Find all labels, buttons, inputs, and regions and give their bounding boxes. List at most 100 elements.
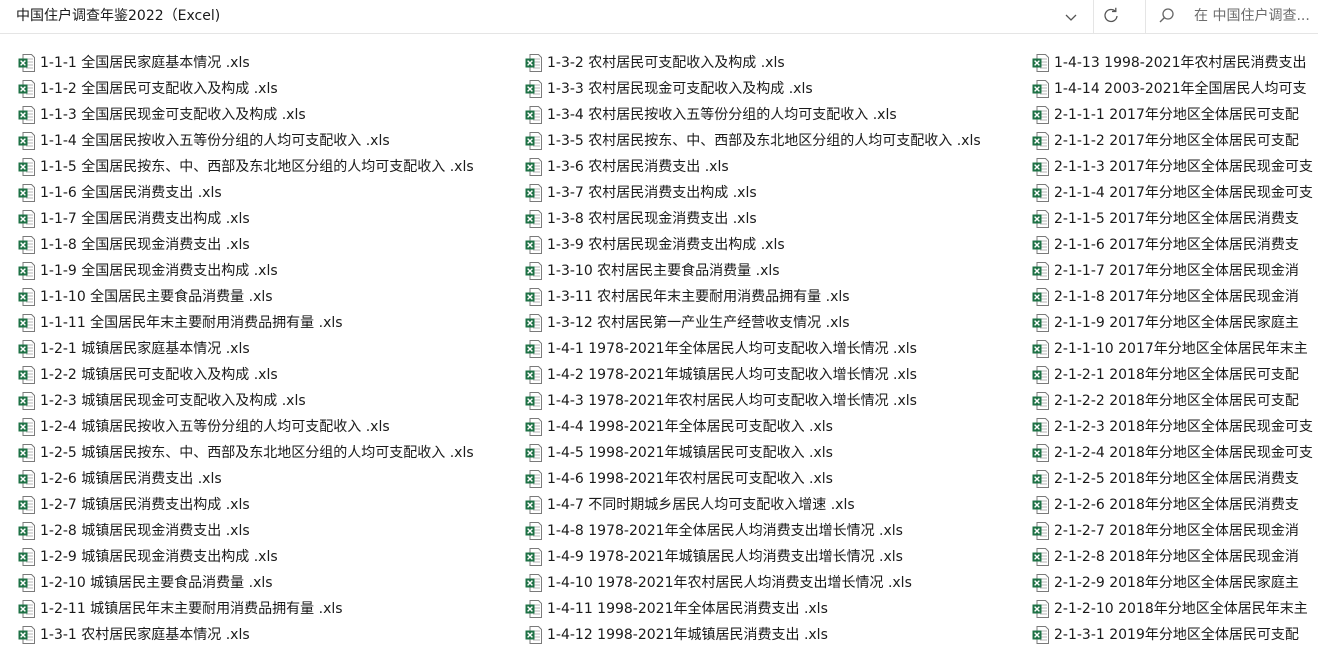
file-item[interactable]: 1-1-5 全国居民按东、中、西部及东北地区分组的人均可支配收入 .xls [18, 154, 474, 180]
file-item[interactable]: 2-1-1-3 2017年分地区全体居民现金可支 [1032, 154, 1313, 180]
file-item[interactable]: 1-3-5 农村居民按东、中、西部及东北地区分组的人均可支配收入 .xls [525, 128, 981, 154]
file-item[interactable]: 1-3-2 农村居民可支配收入及构成 .xls [525, 50, 981, 76]
file-item[interactable]: 1-4-14 2003-2021年全国居民人均可支 [1032, 76, 1313, 102]
file-item[interactable]: 2-1-1-10 2017年分地区全体居民年末主 [1032, 336, 1313, 362]
file-item[interactable]: 1-3-12 农村居民第一产业生产经营收支情况 .xls [525, 310, 981, 336]
file-item[interactable]: 1-1-1 全国居民家庭基本情况 .xls [18, 50, 474, 76]
excel-file-icon [525, 548, 542, 566]
file-item[interactable]: 2-1-2-5 2018年分地区全体居民消费支 [1032, 466, 1313, 492]
file-item[interactable]: 1-3-1 农村居民家庭基本情况 .xls [18, 622, 474, 648]
file-item[interactable]: 2-1-2-10 2018年分地区全体居民年末主 [1032, 596, 1313, 622]
file-item[interactable]: 2-1-2-1 2018年分地区全体居民可支配 [1032, 362, 1313, 388]
file-item[interactable]: 2-1-1-5 2017年分地区全体居民消费支 [1032, 206, 1313, 232]
file-item[interactable]: 2-1-2-6 2018年分地区全体居民消费支 [1032, 492, 1313, 518]
file-name: 1-4-10 1978-2021年农村居民人均消费支出增长情况 .xls [547, 575, 912, 591]
file-item[interactable]: 1-3-11 农村居民年末主要耐用消费品拥有量 .xls [525, 284, 981, 310]
file-item[interactable]: 2-1-1-8 2017年分地区全体居民现金消 [1032, 284, 1313, 310]
file-item[interactable]: 1-3-10 农村居民主要食品消费量 .xls [525, 258, 981, 284]
file-name: 1-1-3 全国居民现金可支配收入及构成 .xls [40, 107, 306, 123]
file-item[interactable]: 1-1-10 全国居民主要食品消费量 .xls [18, 284, 474, 310]
file-item[interactable]: 1-3-9 农村居民现金消费支出构成 .xls [525, 232, 981, 258]
file-item[interactable]: 1-4-5 1998-2021年城镇居民可支配收入 .xls [525, 440, 981, 466]
excel-file-icon [525, 392, 542, 410]
file-item[interactable]: 1-2-11 城镇居民年末主要耐用消费品拥有量 .xls [18, 596, 474, 622]
file-name: 1-4-14 2003-2021年全国居民人均可支 [1054, 81, 1307, 97]
file-item[interactable]: 2-1-1-4 2017年分地区全体居民现金可支 [1032, 180, 1313, 206]
excel-file-icon [525, 80, 542, 98]
file-item[interactable]: 2-1-2-4 2018年分地区全体居民现金可支 [1032, 440, 1313, 466]
excel-file-icon [1032, 392, 1049, 410]
file-item[interactable]: 1-4-13 1998-2021年农村居民消费支出 [1032, 50, 1313, 76]
file-name: 1-4-2 1978-2021年城镇居民人均可支配收入增长情况 .xls [547, 367, 917, 383]
file-name: 1-1-1 全国居民家庭基本情况 .xls [40, 55, 250, 71]
file-item[interactable]: 2-1-2-8 2018年分地区全体居民现金消 [1032, 544, 1313, 570]
file-column-3: 1-4-13 1998-2021年农村居民消费支出 1-4-14 2003-20… [1032, 50, 1313, 648]
file-item[interactable]: 1-1-6 全国居民消费支出 .xls [18, 180, 474, 206]
excel-file-icon [1032, 574, 1049, 592]
file-name: 1-4-11 1998-2021年全体居民消费支出 .xls [547, 601, 828, 617]
excel-file-icon [525, 626, 542, 644]
excel-file-icon [1032, 626, 1049, 644]
file-item[interactable]: 1-2-1 城镇居民家庭基本情况 .xls [18, 336, 474, 362]
file-item[interactable]: 2-1-3-1 2019年分地区全体居民可支配 [1032, 622, 1313, 648]
file-item[interactable]: 1-1-2 全国居民可支配收入及构成 .xls [18, 76, 474, 102]
file-name: 1-4-7 不同时期城乡居民人均可支配收入增速 .xls [547, 497, 855, 513]
file-item[interactable]: 1-4-6 1998-2021年农村居民可支配收入 .xls [525, 466, 981, 492]
file-item[interactable]: 1-2-8 城镇居民现金消费支出 .xls [18, 518, 474, 544]
file-item[interactable]: 1-4-9 1978-2021年城镇居民人均消费支出增长情况 .xls [525, 544, 981, 570]
file-item[interactable]: 1-1-4 全国居民按收入五等份分组的人均可支配收入 .xls [18, 128, 474, 154]
file-name: 1-4-5 1998-2021年城镇居民可支配收入 .xls [547, 445, 833, 461]
file-item[interactable]: 1-2-9 城镇居民现金消费支出构成 .xls [18, 544, 474, 570]
file-item[interactable]: 1-3-3 农村居民现金可支配收入及构成 .xls [525, 76, 981, 102]
file-item[interactable]: 1-4-11 1998-2021年全体居民消费支出 .xls [525, 596, 981, 622]
file-item[interactable]: 1-4-7 不同时期城乡居民人均可支配收入增速 .xls [525, 492, 981, 518]
excel-file-icon [1032, 600, 1049, 618]
file-item[interactable]: 1-4-1 1978-2021年全体居民人均可支配收入增长情况 .xls [525, 336, 981, 362]
file-item[interactable]: 1-2-2 城镇居民可支配收入及构成 .xls [18, 362, 474, 388]
file-item[interactable]: 2-1-1-2 2017年分地区全体居民可支配 [1032, 128, 1313, 154]
search-box[interactable]: 在 中国住户调查... [1145, 0, 1318, 33]
file-item[interactable]: 1-1-7 全国居民消费支出构成 .xls [18, 206, 474, 232]
file-item[interactable]: 1-3-4 农村居民按收入五等份分组的人均可支配收入 .xls [525, 102, 981, 128]
file-name: 1-4-1 1978-2021年全体居民人均可支配收入增长情况 .xls [547, 341, 917, 357]
file-item[interactable]: 2-1-2-7 2018年分地区全体居民现金消 [1032, 518, 1313, 544]
file-item[interactable]: 2-1-1-6 2017年分地区全体居民消费支 [1032, 232, 1313, 258]
file-item[interactable]: 1-1-8 全国居民现金消费支出 .xls [18, 232, 474, 258]
file-item[interactable]: 1-3-8 农村居民现金消费支出 .xls [525, 206, 981, 232]
file-item[interactable]: 1-4-4 1998-2021年全体居民可支配收入 .xls [525, 414, 981, 440]
file-item[interactable]: 2-1-1-9 2017年分地区全体居民家庭主 [1032, 310, 1313, 336]
file-item[interactable]: 1-3-7 农村居民消费支出构成 .xls [525, 180, 981, 206]
file-name: 1-4-3 1978-2021年农村居民人均可支配收入增长情况 .xls [547, 393, 917, 409]
file-item[interactable]: 1-2-7 城镇居民消费支出构成 .xls [18, 492, 474, 518]
file-item[interactable]: 1-4-3 1978-2021年农村居民人均可支配收入增长情况 .xls [525, 388, 981, 414]
file-item[interactable]: 2-1-1-7 2017年分地区全体居民现金消 [1032, 258, 1313, 284]
excel-file-icon [1032, 54, 1049, 72]
file-item[interactable]: 1-1-3 全国居民现金可支配收入及构成 .xls [18, 102, 474, 128]
refresh-icon[interactable] [1101, 6, 1121, 26]
file-item[interactable]: 2-1-2-3 2018年分地区全体居民现金可支 [1032, 414, 1313, 440]
file-item[interactable]: 1-2-3 城镇居民现金可支配收入及构成 .xls [18, 388, 474, 414]
file-item[interactable]: 1-4-2 1978-2021年城镇居民人均可支配收入增长情况 .xls [525, 362, 981, 388]
excel-file-icon [18, 262, 35, 280]
chevron-down-icon[interactable] [1062, 8, 1080, 26]
file-item[interactable]: 1-4-8 1978-2021年全体居民人均消费支出增长情况 .xls [525, 518, 981, 544]
file-item[interactable]: 2-1-2-2 2018年分地区全体居民可支配 [1032, 388, 1313, 414]
file-item[interactable]: 1-2-10 城镇居民主要食品消费量 .xls [18, 570, 474, 596]
file-item[interactable]: 1-2-4 城镇居民按收入五等份分组的人均可支配收入 .xls [18, 414, 474, 440]
file-name: 1-2-1 城镇居民家庭基本情况 .xls [40, 341, 250, 357]
file-item[interactable]: 1-1-11 全国居民年末主要耐用消费品拥有量 .xls [18, 310, 474, 336]
file-item[interactable]: 2-1-2-9 2018年分地区全体居民家庭主 [1032, 570, 1313, 596]
file-item[interactable]: 1-4-12 1998-2021年城镇居民消费支出 .xls [525, 622, 981, 648]
file-item[interactable]: 1-3-6 农村居民消费支出 .xls [525, 154, 981, 180]
file-item[interactable]: 1-2-5 城镇居民按东、中、西部及东北地区分组的人均可支配收入 .xls [18, 440, 474, 466]
file-name: 1-2-9 城镇居民现金消费支出构成 .xls [40, 549, 278, 565]
file-item[interactable]: 2-1-1-1 2017年分地区全体居民可支配 [1032, 102, 1313, 128]
excel-file-icon [18, 184, 35, 202]
file-item[interactable]: 1-1-9 全国居民现金消费支出构成 .xls [18, 258, 474, 284]
file-item[interactable]: 1-4-10 1978-2021年农村居民人均消费支出增长情况 .xls [525, 570, 981, 596]
excel-file-icon [525, 340, 542, 358]
file-item[interactable]: 1-2-6 城镇居民消费支出 .xls [18, 466, 474, 492]
search-input-placeholder[interactable]: 在 中国住户调查... [1194, 0, 1310, 33]
excel-file-icon [525, 262, 542, 280]
address-path[interactable]: 中国住户调查年鉴2022（Excel) [16, 0, 220, 33]
